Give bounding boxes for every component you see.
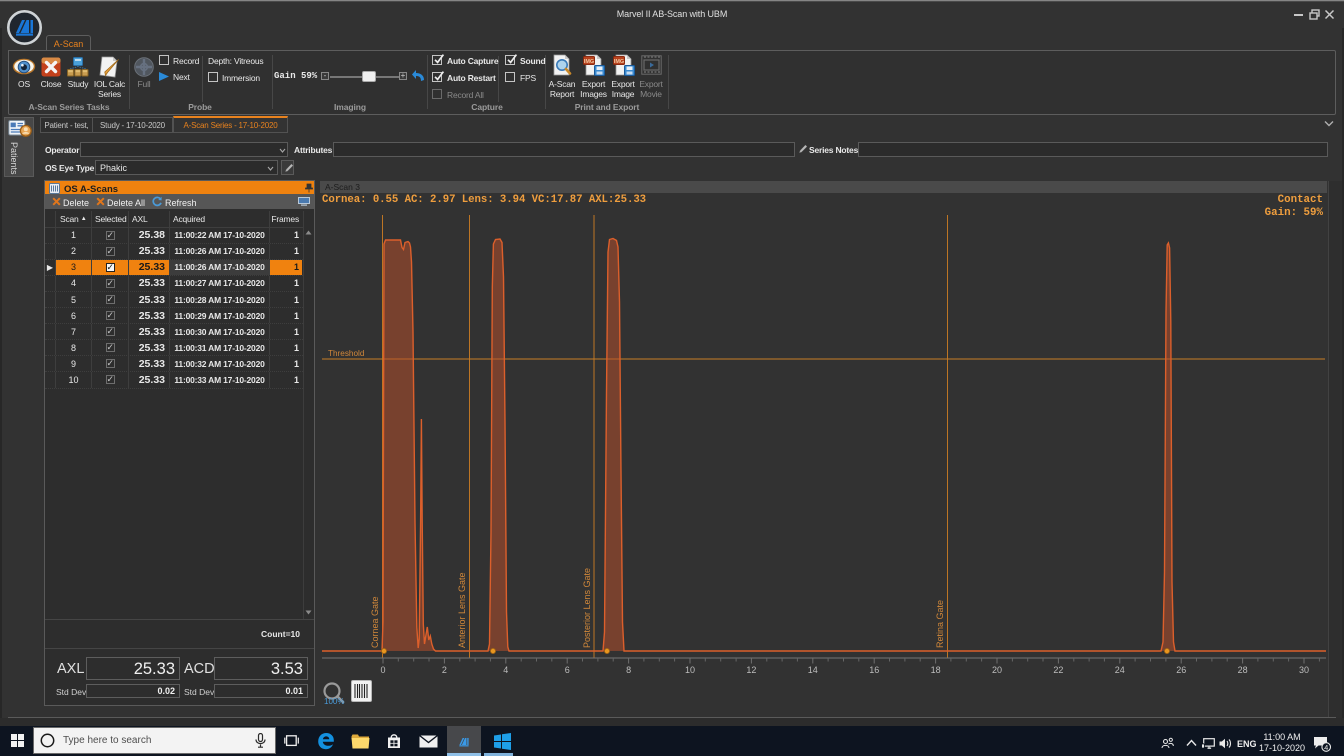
svg-text:2: 2 <box>442 665 447 675</box>
svg-text:12: 12 <box>746 665 756 675</box>
svg-text:26: 26 <box>1176 665 1186 675</box>
svg-text:6: 6 <box>565 665 570 675</box>
svg-text:18: 18 <box>931 665 941 675</box>
svg-text:8: 8 <box>626 665 631 675</box>
svg-text:22: 22 <box>1053 665 1063 675</box>
svg-text:Cornea Gate: Cornea Gate <box>370 596 380 648</box>
svg-text:Threshold: Threshold <box>328 349 365 358</box>
svg-text:IMG: IMG <box>614 59 624 65</box>
svg-text:24: 24 <box>1115 665 1125 675</box>
svg-text:IMG: IMG <box>584 59 594 65</box>
svg-text:28: 28 <box>1238 665 1248 675</box>
svg-text:0: 0 <box>380 665 385 675</box>
svg-text:16: 16 <box>869 665 879 675</box>
svg-text:4: 4 <box>1324 743 1328 752</box>
svg-text:20: 20 <box>992 665 1002 675</box>
svg-text:Anterior Lens Gate: Anterior Lens Gate <box>457 572 467 648</box>
svg-text:30: 30 <box>1299 665 1309 675</box>
svg-text:Retina Gate: Retina Gate <box>935 600 945 648</box>
svg-text:14: 14 <box>808 665 818 675</box>
svg-text:4: 4 <box>503 665 508 675</box>
svg-text:Posterior Lens Gate: Posterior Lens Gate <box>582 568 592 648</box>
svg-text:10: 10 <box>685 665 695 675</box>
